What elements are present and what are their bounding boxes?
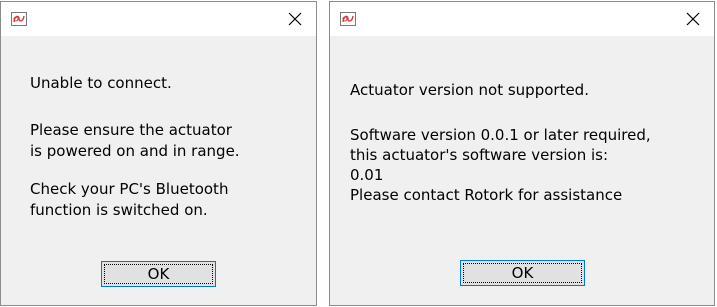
message-line: function is switched on. [30, 201, 208, 219]
close-icon [686, 12, 700, 26]
title-bar[interactable] [1, 2, 316, 36]
message-line: Software version 0.0.1 or later required… [350, 126, 651, 144]
title-bar[interactable] [330, 2, 714, 36]
message-line: Actuator version not supported. [350, 81, 589, 99]
dialog-body: Unable to connect. Please ensure the act… [1, 36, 316, 305]
close-button[interactable] [280, 4, 310, 34]
error-dialog-connection: Unable to connect. Please ensure the act… [0, 1, 317, 306]
dialog-body: Actuator version not supported. Software… [330, 36, 714, 305]
ok-button[interactable]: OK [460, 260, 585, 286]
message-line: Check your PC's Bluetooth [30, 180, 229, 198]
error-dialog-version: Actuator version not supported. Software… [329, 1, 715, 306]
message-line: 0.01 [350, 166, 384, 184]
close-button[interactable] [678, 4, 708, 34]
app-icon [340, 12, 356, 26]
message-line: Please contact Rotork for assistance [350, 186, 623, 204]
message-line: Unable to connect. [30, 74, 172, 92]
app-icon [11, 12, 27, 26]
ok-button[interactable]: OK [101, 261, 216, 287]
message-line: Please ensure the actuator [30, 121, 232, 139]
close-icon [288, 12, 302, 26]
message-line: is powered on and in range. [30, 142, 240, 160]
message-line: this actuator's software version is: [350, 146, 609, 164]
